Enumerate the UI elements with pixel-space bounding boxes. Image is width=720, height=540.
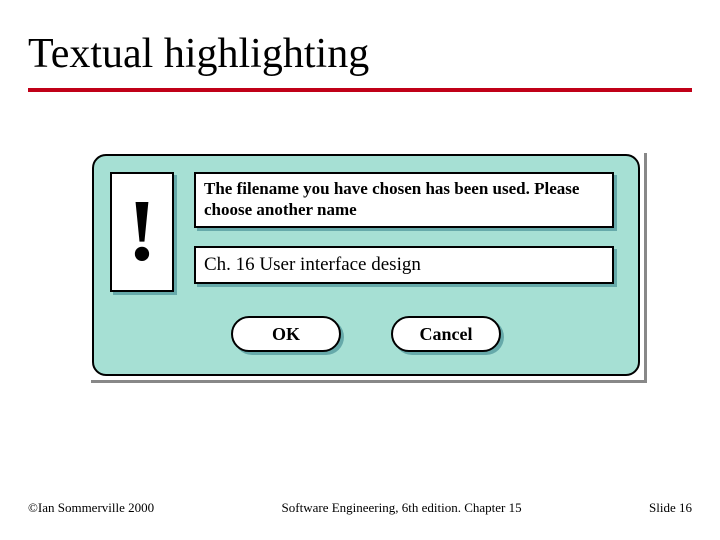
slide: Textual highlighting ! The filename you … — [0, 0, 720, 540]
dialog-button-row: OK Cancel — [94, 316, 638, 352]
footer-book-ref: Software Engineering, 6th edition. Chapt… — [282, 500, 522, 516]
cancel-button[interactable]: Cancel — [391, 316, 501, 352]
footer-copyright: ©Ian Sommerville 2000 — [28, 500, 154, 516]
slide-footer: ©Ian Sommerville 2000 Software Engineeri… — [28, 500, 692, 516]
title-underline — [28, 88, 692, 92]
page-title: Textual highlighting — [28, 30, 369, 78]
filename-field[interactable]: Ch. 16 User interface design — [194, 246, 614, 284]
ok-button[interactable]: OK — [231, 316, 341, 352]
dialog-message: The filename you have chosen has been us… — [194, 172, 614, 228]
footer-slide-number: Slide 16 — [649, 500, 692, 516]
dialog-panel: ! The filename you have chosen has been … — [92, 154, 640, 376]
exclamation-icon: ! — [127, 188, 156, 276]
alert-icon-box: ! — [110, 172, 174, 292]
dialog-shadow-frame: ! The filename you have chosen has been … — [88, 150, 644, 380]
